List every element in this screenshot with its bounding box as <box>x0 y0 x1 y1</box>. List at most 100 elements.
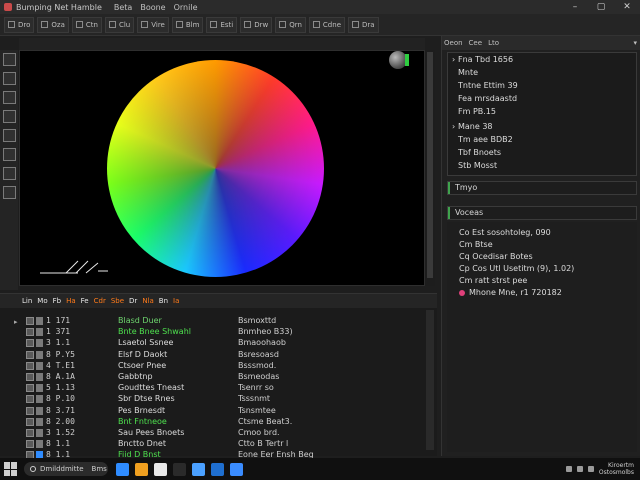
folder-app-icon[interactable] <box>116 462 129 476</box>
scrollbar-thumb[interactable] <box>427 52 433 278</box>
orange-app-icon[interactable] <box>135 462 148 476</box>
visibility-checkbox[interactable] <box>26 395 34 404</box>
circle-app-icon[interactable] <box>173 462 186 476</box>
layers-tool-icon[interactable] <box>3 148 16 161</box>
toolbar-button-4[interactable]: Clu <box>104 16 135 33</box>
color-wheel[interactable] <box>107 60 324 277</box>
outliner-column-header[interactable]: Ha <box>66 297 76 305</box>
toolbar-button-7[interactable]: Esti <box>206 16 238 33</box>
render-viewport[interactable] <box>19 50 425 286</box>
table-row[interactable]: 8 2.00 Bnt Fntneoe Ctsme Beat3. <box>0 417 437 428</box>
table-row[interactable]: 3 1.52 Sau Pees Bnoets Cmoo brd. <box>0 428 437 439</box>
table-row[interactable]: 8 3.71 Pes Brnesdt Tsnsmtee <box>0 406 437 417</box>
detail-line: Cp Cos Utl Usetitm (9), 1.02) <box>459 264 575 273</box>
tab-2[interactable]: Cee <box>469 39 483 47</box>
outliner-column-header[interactable]: Lin <box>22 297 32 305</box>
system-tray: Kiroertm Ostosmolbs <box>565 462 634 476</box>
table-row[interactable]: 1 171 Blasd Duer Bsmoxttd <box>0 316 437 327</box>
table-row[interactable]: 1 371 Bnte Bnee Shwahl Bnmheo B33) <box>0 327 437 338</box>
table-row[interactable]: 8 A.1A Gabbtnp Bsmeodas <box>0 372 437 383</box>
expand-arrow-icon[interactable]: › <box>452 55 455 64</box>
tool-icon <box>175 21 183 28</box>
visibility-checkbox[interactable] <box>26 406 34 415</box>
visibility-checkbox[interactable] <box>26 440 34 449</box>
expand-arrow-icon[interactable]: › <box>452 122 455 131</box>
visibility-checkbox[interactable] <box>26 350 34 359</box>
outliner-column-header[interactable]: Bn <box>159 297 168 305</box>
move-tool-icon[interactable] <box>3 72 16 85</box>
section-header[interactable]: Voceas <box>447 206 637 220</box>
row-number: 3 1.1 <box>46 338 71 348</box>
outliner-column-header[interactable]: Fe <box>81 297 89 305</box>
tab-1[interactable]: Oeon <box>444 39 463 47</box>
visibility-checkbox[interactable] <box>26 429 34 437</box>
detail-line: Cq Ocedisar Botes <box>459 252 533 261</box>
close-button[interactable]: ✕ <box>614 0 640 14</box>
sphere-handle[interactable] <box>405 54 409 66</box>
outliner-column-header[interactable]: Dr <box>129 297 137 305</box>
rotate-tool-icon[interactable] <box>3 91 16 104</box>
visibility-checkbox[interactable] <box>26 373 34 381</box>
scale-tool-icon[interactable] <box>3 110 16 123</box>
camera-tool-icon[interactable] <box>3 167 16 180</box>
menu-item-3[interactable]: Ornile <box>174 3 198 12</box>
tab-3[interactable]: Lto <box>488 39 499 47</box>
toolbar-button-10[interactable]: Cdne <box>308 16 345 33</box>
network-icon[interactable] <box>565 466 572 472</box>
app-logo-icon <box>4 3 12 11</box>
battery-icon[interactable] <box>587 466 594 472</box>
outliner-column-header[interactable]: Cdr <box>94 297 106 305</box>
toolbar-button-5[interactable]: Vire <box>137 16 169 33</box>
outliner-column-header[interactable]: Ia <box>173 297 179 305</box>
toolbar-button-3[interactable]: Ctn <box>71 16 102 33</box>
cube-app-icon[interactable] <box>230 462 243 476</box>
menu-item-2[interactable]: Boone <box>140 3 165 12</box>
table-row[interactable]: 5 1.13 Goudttes Tneast Tsenrr so <box>0 383 437 394</box>
minimize-button[interactable]: – <box>562 0 588 14</box>
toolbar-button-2[interactable]: Oza <box>37 16 69 33</box>
toolbar-button-8[interactable]: Drw <box>240 16 273 33</box>
table-row[interactable]: 8 P.10 Sbr Dtse Rnes Tsssnmt <box>0 394 437 405</box>
toolbar-button-6[interactable]: Blm <box>171 16 204 33</box>
brush-tool-icon[interactable] <box>3 129 16 142</box>
row-name: Bnctto Dnet <box>118 439 166 449</box>
info-line: Tbf Bnoets <box>458 148 502 157</box>
taskbar-search[interactable]: Dmilddmitte Bms <box>24 462 108 476</box>
table-row[interactable]: 8 P.Y5 Elsf D Daokt Bsresoasd <box>0 350 437 361</box>
outliner-scrollbar[interactable] <box>426 310 434 450</box>
outliner-column-header[interactable]: Nla <box>142 297 153 305</box>
outliner-column-header[interactable]: Sbe <box>111 297 124 305</box>
color-swatch <box>36 384 43 393</box>
select-tool-icon[interactable] <box>3 53 16 66</box>
table-row[interactable]: 3 1.1 Lsaetol Ssnee Bmaoohaob <box>0 338 437 349</box>
visibility-checkbox[interactable] <box>26 328 34 337</box>
document-app-icon[interactable] <box>154 462 167 476</box>
start-button-icon[interactable] <box>4 462 18 476</box>
visibility-checkbox[interactable] <box>26 384 34 393</box>
toolbar-button-11[interactable]: Dra <box>348 16 379 33</box>
chevron-down-icon[interactable]: ▾ <box>633 39 637 47</box>
outliner-column-header[interactable]: Mo <box>37 297 47 305</box>
visibility-checkbox[interactable] <box>26 361 34 370</box>
settings-tool-icon[interactable] <box>3 186 16 199</box>
toolbar-button-1[interactable]: Dro <box>4 16 35 33</box>
system-clock[interactable]: Kiroertm Ostosmolbs <box>599 462 634 476</box>
panel-tabs: Oeon Cee Lto ▾ <box>442 36 640 50</box>
visibility-checkbox[interactable] <box>26 339 34 348</box>
chrome-app-icon[interactable] <box>192 462 205 476</box>
maximize-button[interactable]: ▢ <box>588 0 614 14</box>
table-row[interactable]: 8 1.1 Bnctto Dnet Ctto B Tertr l <box>0 439 437 450</box>
viewport-scrollbar[interactable] <box>425 50 435 286</box>
table-row[interactable]: 4 T.E1 Ctsoer Pnee Bsssmod. <box>0 361 437 372</box>
row-name: Lsaetol Ssnee <box>118 338 174 348</box>
visibility-checkbox[interactable] <box>26 417 34 426</box>
section-header[interactable]: Tmyo <box>447 181 637 195</box>
menu-item-1[interactable]: Beta <box>114 3 132 12</box>
volume-icon[interactable] <box>576 466 583 472</box>
object-info-box: › Fna Tbd 1656 Mnte Tntne Ettim 39 Fea m… <box>447 52 637 176</box>
highlight-line: Mhone Mne, r1 720182 <box>459 288 562 297</box>
blue-app-icon[interactable] <box>211 462 224 476</box>
visibility-checkbox[interactable] <box>26 317 34 325</box>
toolbar-button-9[interactable]: Qrn <box>275 16 306 33</box>
outliner-column-header[interactable]: Fb <box>53 297 61 305</box>
